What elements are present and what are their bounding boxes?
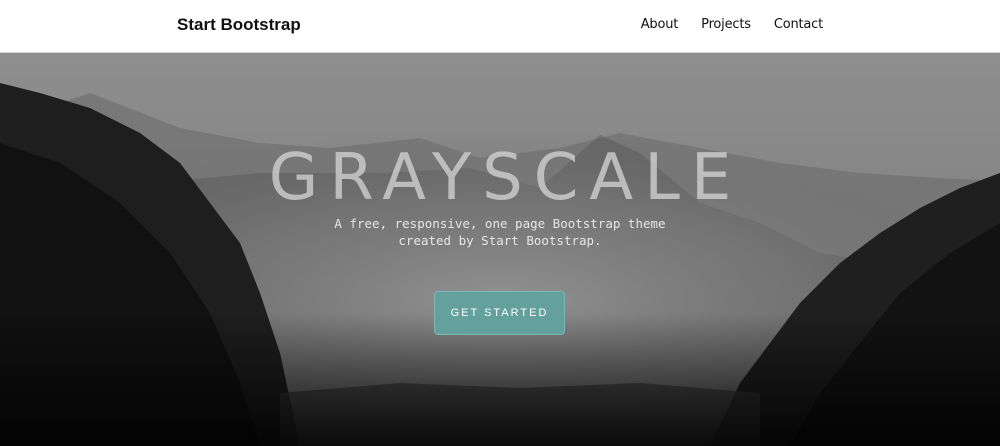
nav-link-contact[interactable]: Contact <box>774 17 823 32</box>
nav-link-about[interactable]: About <box>641 17 679 32</box>
hero-subtitle: A free, responsive, one page Bootstrap t… <box>300 215 700 249</box>
nav-links: About Projects Contact <box>641 17 823 32</box>
masthead: GRAYSCALE A free, responsive, one page B… <box>0 53 1000 446</box>
hero-subtitle-line-2: created by Start Bootstrap. <box>398 233 602 248</box>
hero-subtitle-line-1: A free, responsive, one page Bootstrap t… <box>334 216 666 231</box>
navbar: Start Bootstrap About Projects Contact <box>0 0 1000 53</box>
nav-link-projects[interactable]: Projects <box>701 17 751 32</box>
hero-title: GRAYSCALE <box>268 141 743 215</box>
mountain-background-image <box>0 53 1000 446</box>
get-started-button[interactable]: GET STARTED <box>434 291 565 335</box>
brand-link[interactable]: Start Bootstrap <box>177 15 301 35</box>
